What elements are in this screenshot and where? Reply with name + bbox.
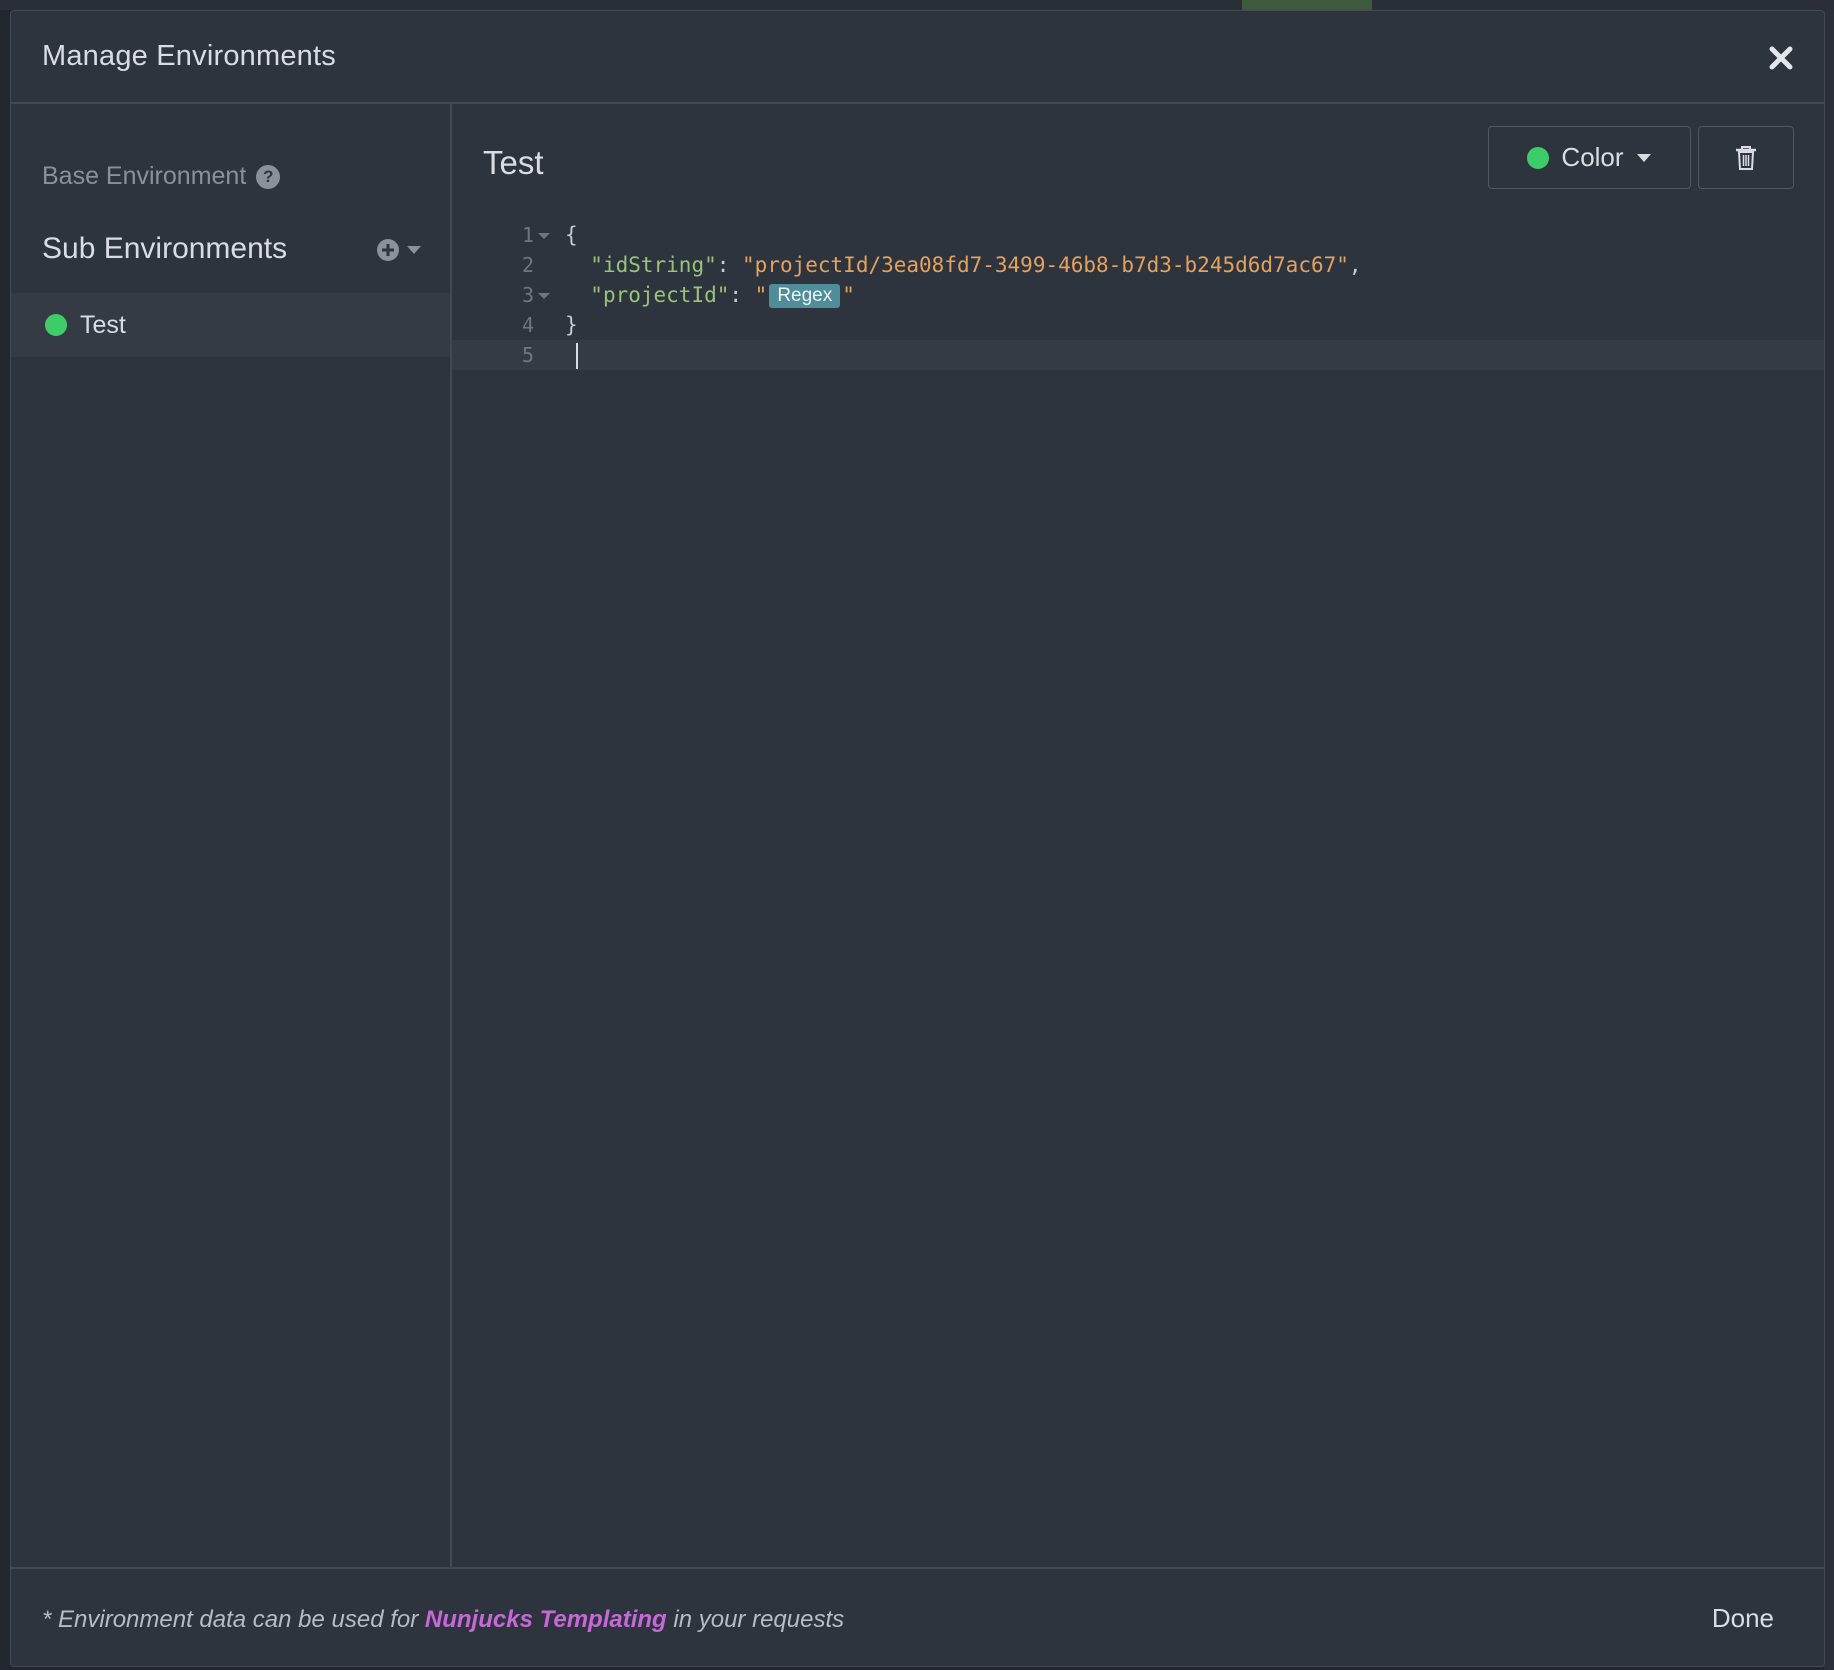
color-swatch — [1527, 146, 1550, 169]
backdrop-top-strip — [0, 0, 1834, 10]
base-environment-item[interactable]: Base Environment ? — [42, 162, 281, 191]
code-line-active: 5 — [452, 340, 1824, 370]
sub-environments-header: Sub Environments — [42, 232, 422, 272]
fold-caret-icon[interactable] — [538, 293, 550, 299]
manage-environments-modal: Manage Environments Base Environment ? S… — [10, 10, 1825, 1667]
color-dropdown-button[interactable]: Color — [1488, 126, 1691, 189]
backdrop-right-panel — [1824, 10, 1834, 1670]
footer-note: * Environment data can be used for Nunju… — [42, 1606, 845, 1633]
caret-down-icon — [1636, 153, 1651, 162]
add-environment-button[interactable] — [376, 238, 422, 262]
line-number: 3 — [521, 283, 534, 307]
line-number: 1 — [521, 223, 534, 247]
brace-close: } — [565, 313, 578, 337]
json-key: "idString" — [590, 253, 717, 277]
fold-caret-icon[interactable] — [538, 233, 550, 239]
delete-environment-button[interactable] — [1698, 126, 1794, 189]
color-label: Color — [1561, 142, 1624, 172]
text-cursor — [576, 343, 578, 369]
modal-header: Manage Environments — [11, 11, 1824, 104]
json-string-value: "projectId/3ea08fd7-3499-46b8-b7d3-b245d… — [742, 253, 1349, 277]
brace-open: { — [565, 223, 578, 247]
code-line: 4 } — [452, 310, 1824, 340]
backdrop-active-tab — [1242, 0, 1372, 10]
sub-environments-title: Sub Environments — [42, 232, 288, 265]
environments-sidebar: Base Environment ? Sub Environments Test — [11, 104, 452, 1567]
caret-down-icon — [407, 246, 421, 254]
line-number: 4 — [521, 313, 534, 337]
nunjucks-templating-link[interactable]: Nunjucks Templating — [425, 1606, 667, 1633]
environment-editor-panel: Test Color 1 { 2 "idString": "projectId/… — [452, 104, 1824, 1567]
environment-color-dot — [45, 314, 67, 336]
template-tag-pill[interactable]: Regex — [769, 284, 841, 308]
code-line: 1 { — [452, 220, 1824, 250]
line-number: 2 — [521, 253, 534, 277]
trash-icon — [1736, 145, 1756, 170]
modal-footer: * Environment data can be used for Nunju… — [11, 1567, 1824, 1666]
close-icon — [1769, 46, 1793, 70]
question-circle-icon[interactable]: ? — [256, 164, 281, 189]
environment-label: Test — [80, 310, 126, 339]
json-code-editor[interactable]: 1 { 2 "idString": "projectId/3ea08fd7-34… — [452, 220, 1824, 1560]
modal-title: Manage Environments — [42, 40, 336, 72]
plus-circle-icon — [377, 239, 399, 261]
line-number: 5 — [521, 343, 534, 367]
done-button[interactable]: Done — [1712, 1603, 1774, 1634]
json-key: "projectId" — [590, 283, 730, 307]
close-button[interactable] — [1764, 41, 1798, 75]
environment-name[interactable]: Test — [483, 144, 544, 182]
code-line: 3 "projectId": " Regex " — [452, 280, 1824, 310]
sidebar-item-test[interactable]: Test — [11, 293, 450, 357]
base-environment-label: Base Environment — [42, 162, 247, 190]
code-line: 2 "idString": "projectId/3ea08fd7-3499-4… — [452, 250, 1824, 280]
